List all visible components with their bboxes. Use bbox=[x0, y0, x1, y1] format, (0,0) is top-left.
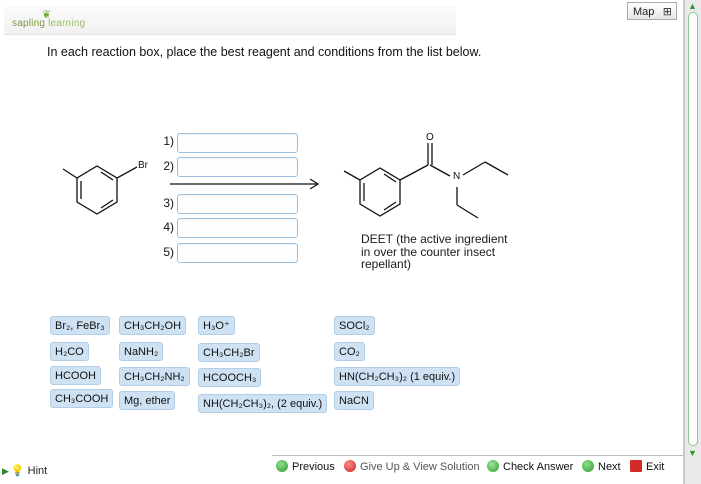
expand-arrow-icon: ▶ bbox=[2, 466, 9, 476]
step-label-3: 3) bbox=[163, 196, 174, 210]
product-o-label: O bbox=[426, 132, 434, 143]
reagent-chip-ch3ch2oh[interactable]: CH₃CH₂OH bbox=[119, 316, 187, 335]
reagent-chip-h3o[interactable]: H₃O⁺ bbox=[198, 316, 235, 335]
vertical-scrollbar[interactable]: ▲ ▼ bbox=[684, 0, 701, 484]
hint-button[interactable]: ▶ 💡 Hint bbox=[2, 464, 47, 477]
scroll-up-arrow-icon[interactable]: ▲ bbox=[688, 1, 697, 11]
reagent-chip-ch3ch2br[interactable]: CH₃CH₂Br bbox=[198, 343, 260, 362]
reaction-box-4[interactable] bbox=[177, 218, 298, 238]
next-arrow-icon bbox=[582, 460, 594, 472]
sitemap-icon: ⊞ bbox=[662, 6, 672, 18]
reagent-chip-hcooch3[interactable]: HCOOCH₃ bbox=[198, 368, 262, 387]
next-label: Next bbox=[598, 461, 621, 473]
reagent-chip-mg-ether[interactable]: Mg, ether bbox=[119, 391, 176, 410]
navigation-bar: Previous Give Up & View Solution Check A… bbox=[272, 456, 683, 478]
leaf-icon: ❦ bbox=[42, 9, 52, 21]
reaction-box-1[interactable] bbox=[177, 133, 298, 153]
check-answer-button[interactable]: Check Answer bbox=[487, 460, 573, 473]
previous-label: Previous bbox=[292, 461, 335, 473]
reagent-chip-ch3cooh[interactable]: CH₃COOH bbox=[50, 389, 114, 408]
caption-line-3: repellant) bbox=[361, 257, 412, 271]
reactant-br-label: Br bbox=[138, 160, 148, 171]
give-up-button[interactable]: Give Up & View Solution bbox=[344, 460, 480, 473]
exit-door-icon bbox=[630, 460, 642, 472]
step-label-4: 4) bbox=[163, 220, 174, 234]
sapling-logo: ❦ sapling learning bbox=[12, 9, 86, 29]
step-label-5: 5) bbox=[163, 245, 174, 259]
logo-text-learning: learning bbox=[48, 18, 86, 29]
caption-line-1: DEET (the active ingredient bbox=[361, 232, 508, 246]
previous-arrow-icon bbox=[276, 460, 288, 472]
map-button-label: Map bbox=[633, 6, 655, 18]
give-up-label: Give Up & View Solution bbox=[360, 461, 480, 473]
reagent-chip-hcooh[interactable]: HCOOH bbox=[50, 366, 101, 385]
previous-button[interactable]: Previous bbox=[276, 460, 335, 473]
reagent-chip-hn-et2-1equiv[interactable]: HN(CH₂CH₃)₂ (1 equiv.) bbox=[334, 367, 461, 386]
scroll-down-arrow-icon[interactable]: ▼ bbox=[688, 448, 697, 458]
reaction-arrow bbox=[170, 178, 320, 190]
reagent-chip-nh-et2-2equiv[interactable]: NH(CH₂CH₃)₂, (2 equiv.) bbox=[198, 394, 328, 413]
reagent-chip-socl2[interactable]: SOCl₂ bbox=[334, 316, 375, 335]
reagent-chip-nacn[interactable]: NaCN bbox=[334, 391, 374, 410]
product-n-label: N bbox=[453, 171, 461, 182]
checkmark-icon bbox=[487, 460, 499, 472]
scroll-thumb[interactable] bbox=[688, 12, 698, 446]
give-up-x-icon bbox=[344, 460, 356, 472]
logo-text-sapling: sapling bbox=[12, 18, 46, 29]
step-label-1: 1) bbox=[163, 134, 174, 148]
reagent-chip-br2-febr3[interactable]: Br₂, FeBr₃ bbox=[50, 316, 110, 335]
reaction-box-2[interactable] bbox=[177, 157, 298, 177]
exit-label: Exit bbox=[646, 461, 665, 473]
step-label-2: 2) bbox=[163, 159, 174, 173]
product-structure bbox=[343, 143, 509, 219]
instruction-text: In each reaction box, place the best rea… bbox=[47, 45, 482, 59]
reagent-chip-co2[interactable]: CO₂ bbox=[334, 342, 365, 361]
reagent-chip-nanh2[interactable]: NaNH₂ bbox=[119, 342, 164, 361]
question-panel: ❦ sapling learning Map ⊞ In each reactio… bbox=[0, 0, 684, 484]
reaction-box-5[interactable] bbox=[177, 243, 298, 263]
reagent-chip-h2co[interactable]: H₂CO bbox=[50, 342, 89, 361]
map-button[interactable]: Map ⊞ bbox=[627, 2, 677, 20]
hint-label: Hint bbox=[27, 465, 48, 477]
next-button[interactable]: Next bbox=[582, 460, 621, 473]
reaction-box-3[interactable] bbox=[177, 194, 298, 214]
exit-button[interactable]: Exit bbox=[630, 460, 664, 473]
reagent-chip-ch3ch2nh2[interactable]: CH₃CH₂NH₂ bbox=[119, 367, 190, 386]
header-bar: ❦ sapling learning bbox=[4, 6, 456, 35]
check-answer-label: Check Answer bbox=[503, 461, 574, 473]
product-caption: DEET (the active ingredient in over the … bbox=[361, 233, 531, 271]
lightbulb-icon: 💡 bbox=[10, 465, 25, 477]
